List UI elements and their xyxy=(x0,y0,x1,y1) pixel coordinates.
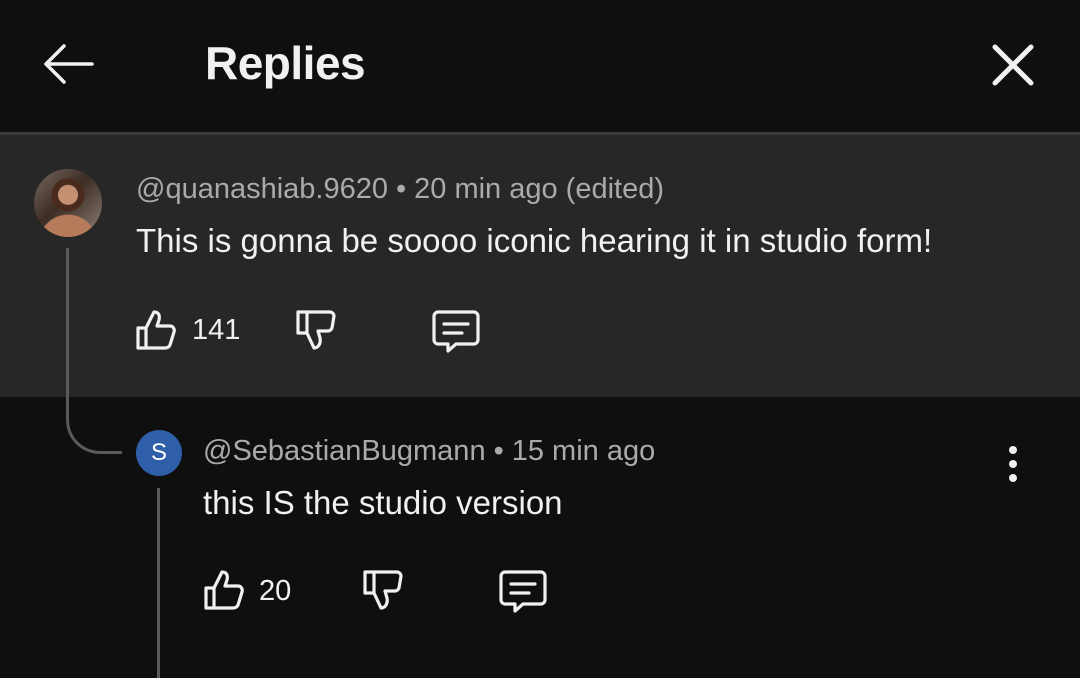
like-count: 20 xyxy=(259,575,292,607)
reply-meta: @SebastianBugmann • 15 min ago xyxy=(203,435,655,468)
reply-time: 15 min ago xyxy=(511,435,656,467)
replies-header: Replies xyxy=(0,0,1080,135)
thumbs-down-icon xyxy=(363,570,403,610)
comment-icon xyxy=(432,310,480,353)
like-count: 141 xyxy=(192,314,241,346)
thread-connector xyxy=(66,248,122,454)
more-options-button[interactable] xyxy=(998,440,1028,490)
like-button[interactable] xyxy=(132,306,180,354)
meta-separator: • xyxy=(493,435,504,467)
like-button[interactable] xyxy=(200,566,248,614)
close-icon xyxy=(992,44,1034,86)
reply-button[interactable] xyxy=(430,306,482,354)
dislike-button[interactable] xyxy=(359,566,407,614)
reply-button[interactable] xyxy=(497,566,549,614)
close-button[interactable] xyxy=(982,34,1044,96)
back-button[interactable] xyxy=(36,34,102,94)
comment-meta: @quanashiab.9620 • 20 min ago (edited) xyxy=(136,173,664,206)
page-title: Replies xyxy=(205,37,366,89)
thumbs-up-icon xyxy=(204,570,244,610)
avatar[interactable]: S xyxy=(136,430,182,476)
reply-author[interactable]: @SebastianBugmann xyxy=(203,435,486,467)
thumbs-up-icon xyxy=(136,310,176,350)
thumbs-down-icon xyxy=(296,310,336,350)
thread-line xyxy=(157,488,160,678)
avatar[interactable] xyxy=(34,169,102,237)
dislike-button[interactable] xyxy=(292,306,340,354)
reply-text: this IS the studio version xyxy=(203,484,563,521)
comment-text: This is gonna be soooo iconic hearing it… xyxy=(136,222,933,259)
arrow-left-icon xyxy=(44,44,94,84)
meta-separator: • xyxy=(395,173,407,205)
comment-icon xyxy=(499,570,547,613)
more-vert-icon xyxy=(1009,446,1017,482)
comment-author[interactable]: @quanashiab.9620 xyxy=(136,173,388,205)
comment-time: 20 min ago (edited) xyxy=(414,173,665,205)
